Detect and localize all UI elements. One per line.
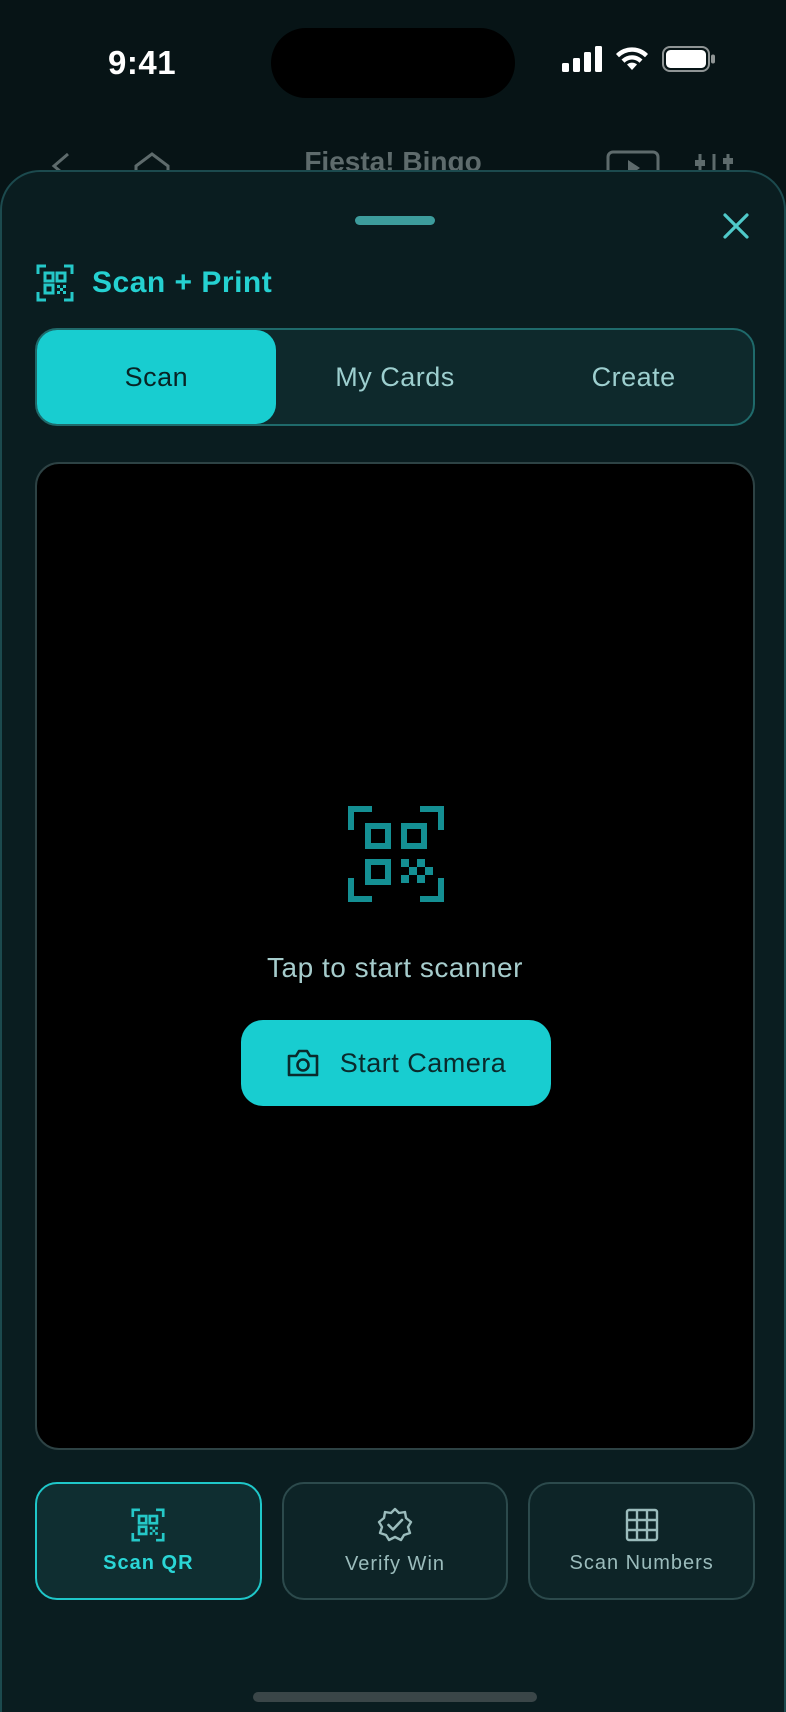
cellular-signal-icon (562, 46, 602, 72)
scan-numbers-button[interactable]: Scan Numbers (528, 1482, 756, 1600)
grid-icon (625, 1508, 658, 1541)
verify-win-button[interactable]: Verify Win (281, 1482, 509, 1600)
scan-print-sheet: Scan + Print Scan My Cards Create Tap to… (0, 170, 786, 1712)
sheet-header: Scan + Print (36, 264, 272, 302)
sheet-title: Scan + Print (92, 266, 273, 299)
wifi-icon (616, 47, 648, 70)
status-time: 9:41 (108, 44, 177, 81)
scan-qr-label: Scan QR (103, 1551, 194, 1574)
qr-code-icon (36, 264, 74, 302)
battery-icon (662, 46, 715, 72)
sheet-grabber[interactable] (355, 216, 435, 225)
close-icon (723, 213, 749, 239)
bottom-actions: Scan QR Verify Win Scan Numbers (35, 1482, 756, 1600)
dynamic-island (271, 28, 515, 98)
tab-my-cards[interactable]: My Cards (276, 330, 515, 424)
badge-check-icon (377, 1507, 413, 1541)
tab-create[interactable]: Create (514, 330, 753, 424)
qr-scan-icon (348, 806, 444, 902)
scan-numbers-label: Scan Numbers (569, 1551, 714, 1574)
tab-scan[interactable]: Scan (37, 330, 276, 424)
start-camera-button[interactable]: Start Camera (241, 1020, 551, 1106)
segmented-tabs: Scan My Cards Create (35, 328, 755, 426)
home-indicator (253, 1692, 537, 1702)
scan-qr-button[interactable]: Scan QR (35, 1482, 262, 1600)
start-camera-label: Start Camera (339, 1047, 507, 1078)
status-icons (562, 46, 716, 72)
qr-code-icon (131, 1507, 165, 1542)
close-button[interactable] (716, 206, 756, 246)
scanner-hint: Tap to start scanner (267, 952, 523, 983)
verify-win-label: Verify Win (344, 1552, 446, 1575)
camera-icon (287, 1049, 319, 1077)
scanner-viewport[interactable]: Tap to start scanner Start Camera (35, 462, 755, 1450)
status-bar: 9:41 (0, 0, 786, 130)
